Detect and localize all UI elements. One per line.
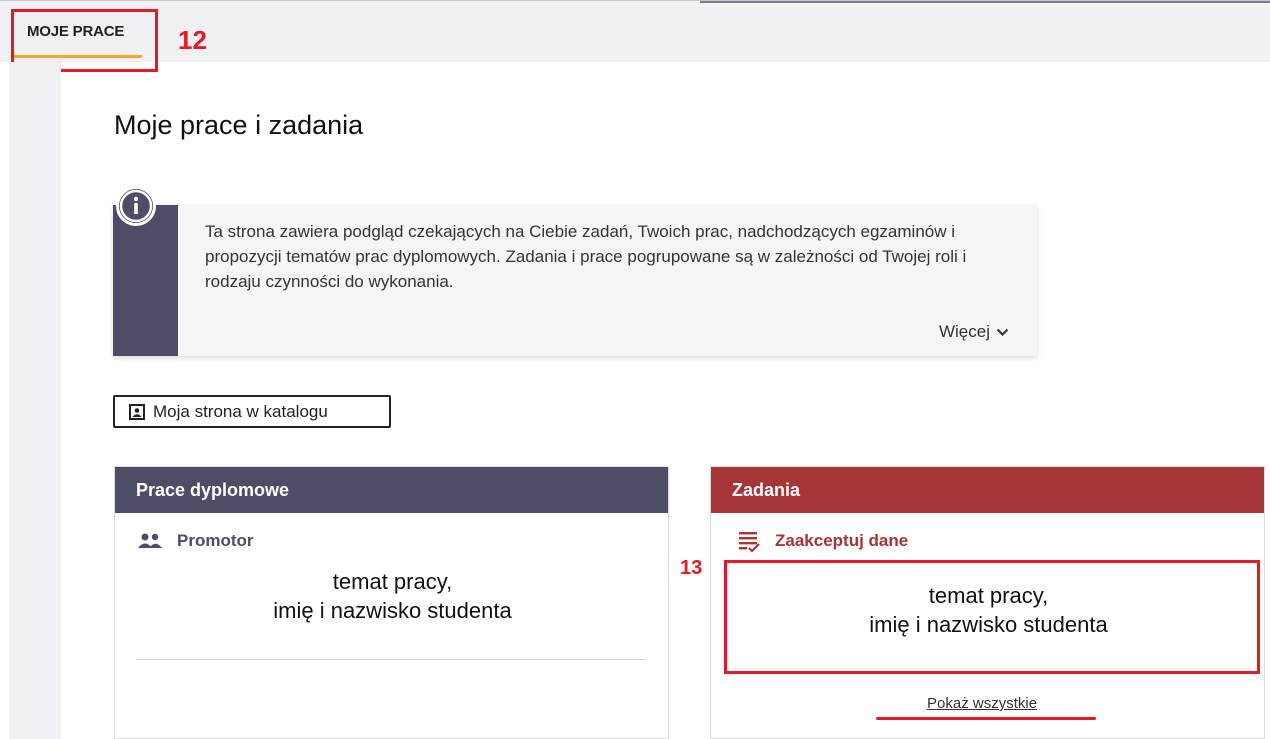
role-promotor: Promotor: [137, 531, 254, 551]
catalog-page-button[interactable]: Moja strona w katalogu: [113, 395, 391, 428]
tasks-card-header: Zadania: [711, 467, 1264, 513]
card-divider: [136, 659, 646, 660]
info-text: Ta strona zawiera podgląd czekających na…: [205, 222, 967, 291]
catalog-button-label: Moja strona w katalogu: [153, 401, 328, 421]
theses-card: Prace dyplomowe Promotor temat pracy, im…: [114, 466, 669, 739]
thesis-topic: temat pracy,: [332, 569, 453, 594]
annotation-underline-show-all: [876, 717, 1096, 720]
thesis-entry[interactable]: temat pracy, imię i nazwisko studenta: [115, 567, 670, 625]
annotation-number-13: 13: [680, 557, 703, 579]
show-all-link[interactable]: Pokaż wszystkie: [927, 695, 1037, 712]
more-label: Więcej: [938, 322, 990, 341]
theses-card-title: Prace dyplomowe: [136, 479, 290, 500]
more-toggle[interactable]: Więcej: [939, 322, 1009, 342]
task-action-label: Zaakceptuj dane: [775, 531, 909, 550]
info-icon: [116, 186, 156, 226]
top-divider: [700, 1, 1270, 3]
annotation-box-task: [724, 560, 1260, 674]
checklist-icon: [739, 532, 760, 553]
page-title: Moje prace i zadania: [114, 110, 364, 140]
contact-card-icon: [129, 403, 145, 420]
task-accept-data[interactable]: Zaakceptuj dane: [737, 529, 908, 553]
info-panel-bar: [113, 205, 178, 356]
thesis-student: imię i nazwisko studenta: [273, 598, 512, 623]
info-panel: Ta strona zawiera podgląd czekających na…: [113, 205, 1037, 356]
role-label: Promotor: [177, 531, 254, 550]
people-icon: [138, 533, 162, 548]
left-gutter: [9, 62, 61, 739]
theses-card-header: Prace dyplomowe: [115, 467, 668, 513]
chevron-down-icon: [996, 328, 1009, 336]
annotation-number-12: 12: [178, 25, 207, 55]
tasks-card-title: Zadania: [732, 479, 801, 500]
